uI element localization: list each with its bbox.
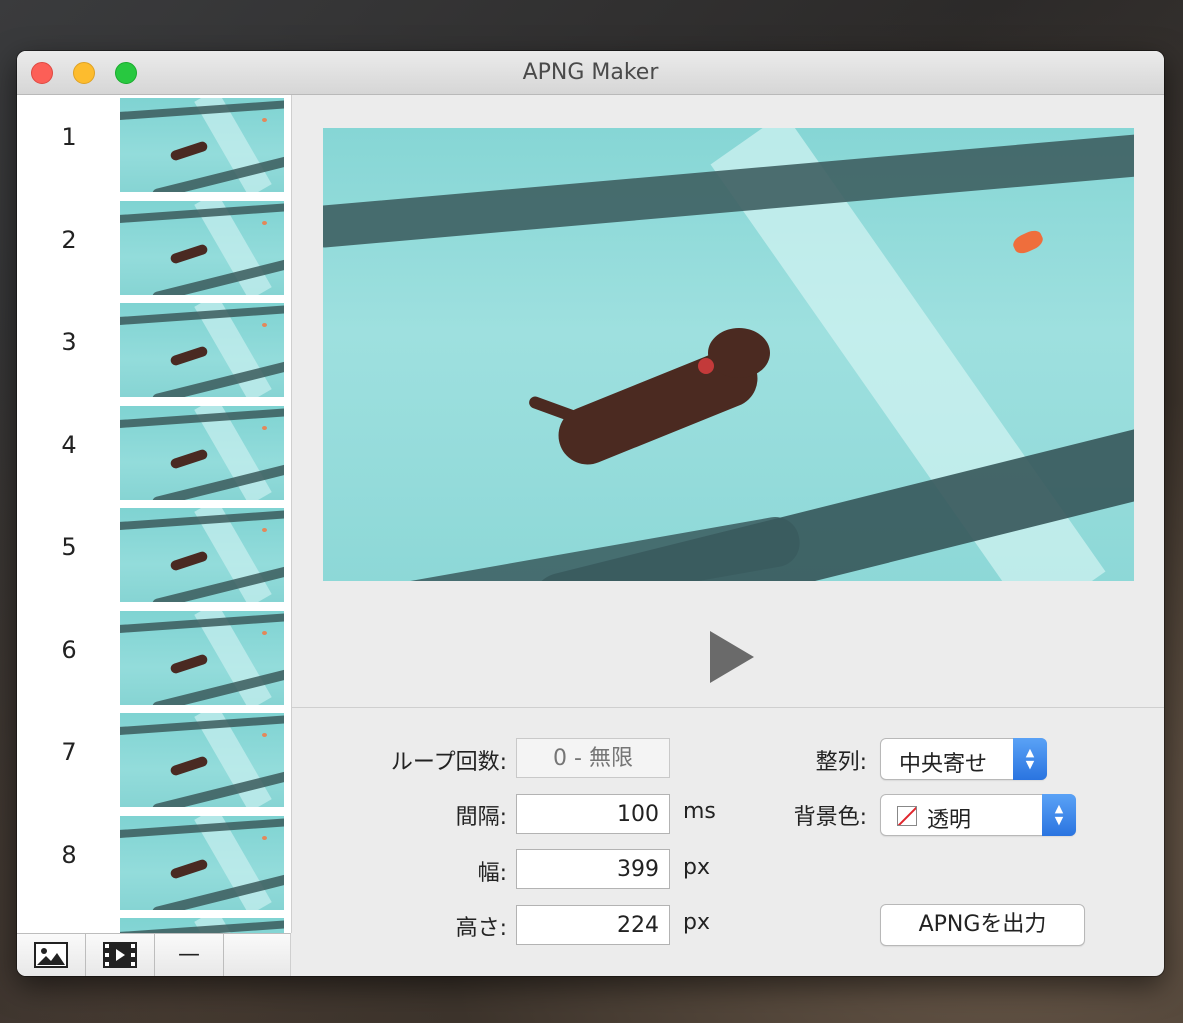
- preview-area: [292, 95, 1164, 707]
- window-title: APNG Maker: [522, 60, 659, 85]
- align-value: 中央寄せ: [899, 752, 988, 777]
- frame-thumbnail: [120, 816, 284, 910]
- title-bar[interactable]: APNG Maker: [17, 51, 1164, 95]
- chevron-updown-icon: ▲ ▼: [1013, 738, 1047, 780]
- width-unit: px: [683, 855, 710, 880]
- height-unit: px: [683, 910, 710, 935]
- frame-number: 7: [61, 738, 77, 766]
- background-color-popup[interactable]: 透明 ▲ ▼: [880, 794, 1076, 836]
- add-image-button[interactable]: [17, 934, 86, 976]
- frame-number: 3: [61, 328, 77, 356]
- align-popup[interactable]: 中央寄せ ▲ ▼: [880, 738, 1047, 780]
- width-field[interactable]: [516, 849, 670, 889]
- image-icon: [34, 942, 68, 968]
- frame-item[interactable]: 2: [17, 198, 291, 295]
- frame-list[interactable]: 1 2 3 4 5 6 7 8: [17, 95, 292, 933]
- frame-item-partial[interactable]: [17, 915, 291, 933]
- transparent-swatch-icon: [897, 806, 917, 826]
- apng-maker-window: APNG Maker 1 2 3 4 5 6 7 8 — ループ回数: 0 - …: [17, 51, 1164, 976]
- frame-thumbnail: [120, 508, 284, 602]
- film-icon: [103, 942, 137, 968]
- frame-list-toolbar: —: [17, 933, 291, 976]
- minus-icon: —: [178, 942, 200, 967]
- frame-item[interactable]: 4: [17, 403, 291, 500]
- height-field[interactable]: [516, 905, 670, 945]
- background-color-label: 背景色:: [793, 805, 867, 830]
- chevron-updown-icon: ▲ ▼: [1042, 794, 1076, 836]
- frame-number: 5: [61, 533, 77, 561]
- frame-thumbnail: [120, 611, 284, 705]
- interval-label: 間隔:: [455, 805, 507, 830]
- play-icon[interactable]: [710, 631, 754, 683]
- align-label: 整列:: [815, 750, 867, 775]
- frame-thumbnail: [120, 918, 284, 933]
- frame-item[interactable]: 3: [17, 300, 291, 397]
- toolbar-empty-segment: [224, 934, 291, 976]
- frame-number: 6: [61, 636, 77, 664]
- frame-item[interactable]: 7: [17, 710, 291, 807]
- add-video-button[interactable]: [86, 934, 155, 976]
- divider: [292, 707, 1164, 708]
- animation-preview: [323, 128, 1134, 581]
- width-label: 幅:: [477, 861, 507, 886]
- loop-count-label: ループ回数:: [390, 750, 507, 775]
- remove-frame-button[interactable]: —: [155, 934, 224, 976]
- frame-thumbnail: [120, 98, 284, 192]
- frame-thumbnail: [120, 406, 284, 500]
- height-label: 高さ:: [455, 916, 507, 941]
- interval-field[interactable]: [516, 794, 670, 834]
- frame-item[interactable]: 6: [17, 608, 291, 705]
- frame-item[interactable]: 8: [17, 813, 291, 910]
- frame-item[interactable]: 5: [17, 505, 291, 602]
- background-color-value: 透明: [927, 808, 972, 833]
- frame-number: 1: [61, 123, 77, 151]
- export-apng-button[interactable]: APNGを出力: [880, 904, 1085, 946]
- frame-thumbnail: [120, 303, 284, 397]
- frame-item[interactable]: 1: [17, 95, 291, 192]
- frame-number: 2: [61, 226, 77, 254]
- frame-number: 8: [61, 841, 77, 869]
- interval-unit: ms: [683, 799, 716, 824]
- loop-count-field[interactable]: [516, 738, 670, 778]
- frame-number: 4: [61, 431, 77, 459]
- frame-thumbnail: [120, 201, 284, 295]
- frame-thumbnail: [120, 713, 284, 807]
